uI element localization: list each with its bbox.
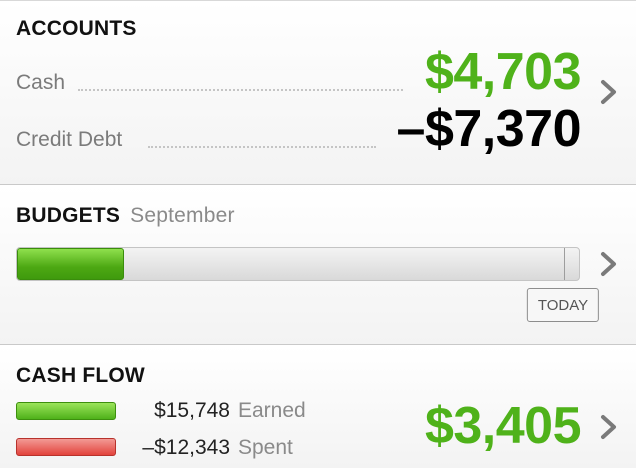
budgets-section[interactable]: BUDGETS September TODAY (0, 185, 636, 345)
cash-value: $4,703 (424, 43, 582, 101)
budgets-header: BUDGETS September (16, 204, 235, 228)
cash-dotted-leader (78, 89, 403, 91)
spent-legend-bar (16, 438, 116, 456)
chevron-right-icon[interactable] (600, 414, 618, 440)
cash-flow-section[interactable]: CASH FLOW $15,748 Earned –$12,343 Spent … (0, 345, 636, 468)
chevron-right-icon[interactable] (600, 251, 618, 277)
credit-debt-label: Credit Debt (16, 128, 123, 151)
spent-label: Spent (238, 436, 293, 459)
credit-debt-dotted-leader (148, 146, 376, 148)
accounts-title: ACCOUNTS (16, 17, 137, 40)
budget-progress-fill (17, 248, 124, 280)
budgets-title: BUDGETS (16, 204, 121, 227)
earned-legend-bar (16, 402, 116, 420)
budget-month: September (130, 204, 235, 227)
earned-amount: $15,748 (154, 399, 230, 422)
budget-progress-track (16, 247, 580, 281)
net-cash-flow-value: $3,405 (424, 397, 582, 455)
spent-amount: –$12,343 (142, 436, 230, 459)
accounts-section[interactable]: ACCOUNTS Cash $4,703 Credit Debt –$7,370 (0, 0, 636, 185)
today-marker-line (564, 248, 565, 280)
cash-label: Cash (16, 71, 66, 94)
today-marker-label: TODAY (526, 288, 600, 322)
earned-label: Earned (238, 399, 306, 422)
chevron-right-icon[interactable] (600, 79, 618, 105)
credit-debt-value: –$7,370 (396, 100, 582, 158)
cash-flow-title: CASH FLOW (16, 364, 145, 387)
